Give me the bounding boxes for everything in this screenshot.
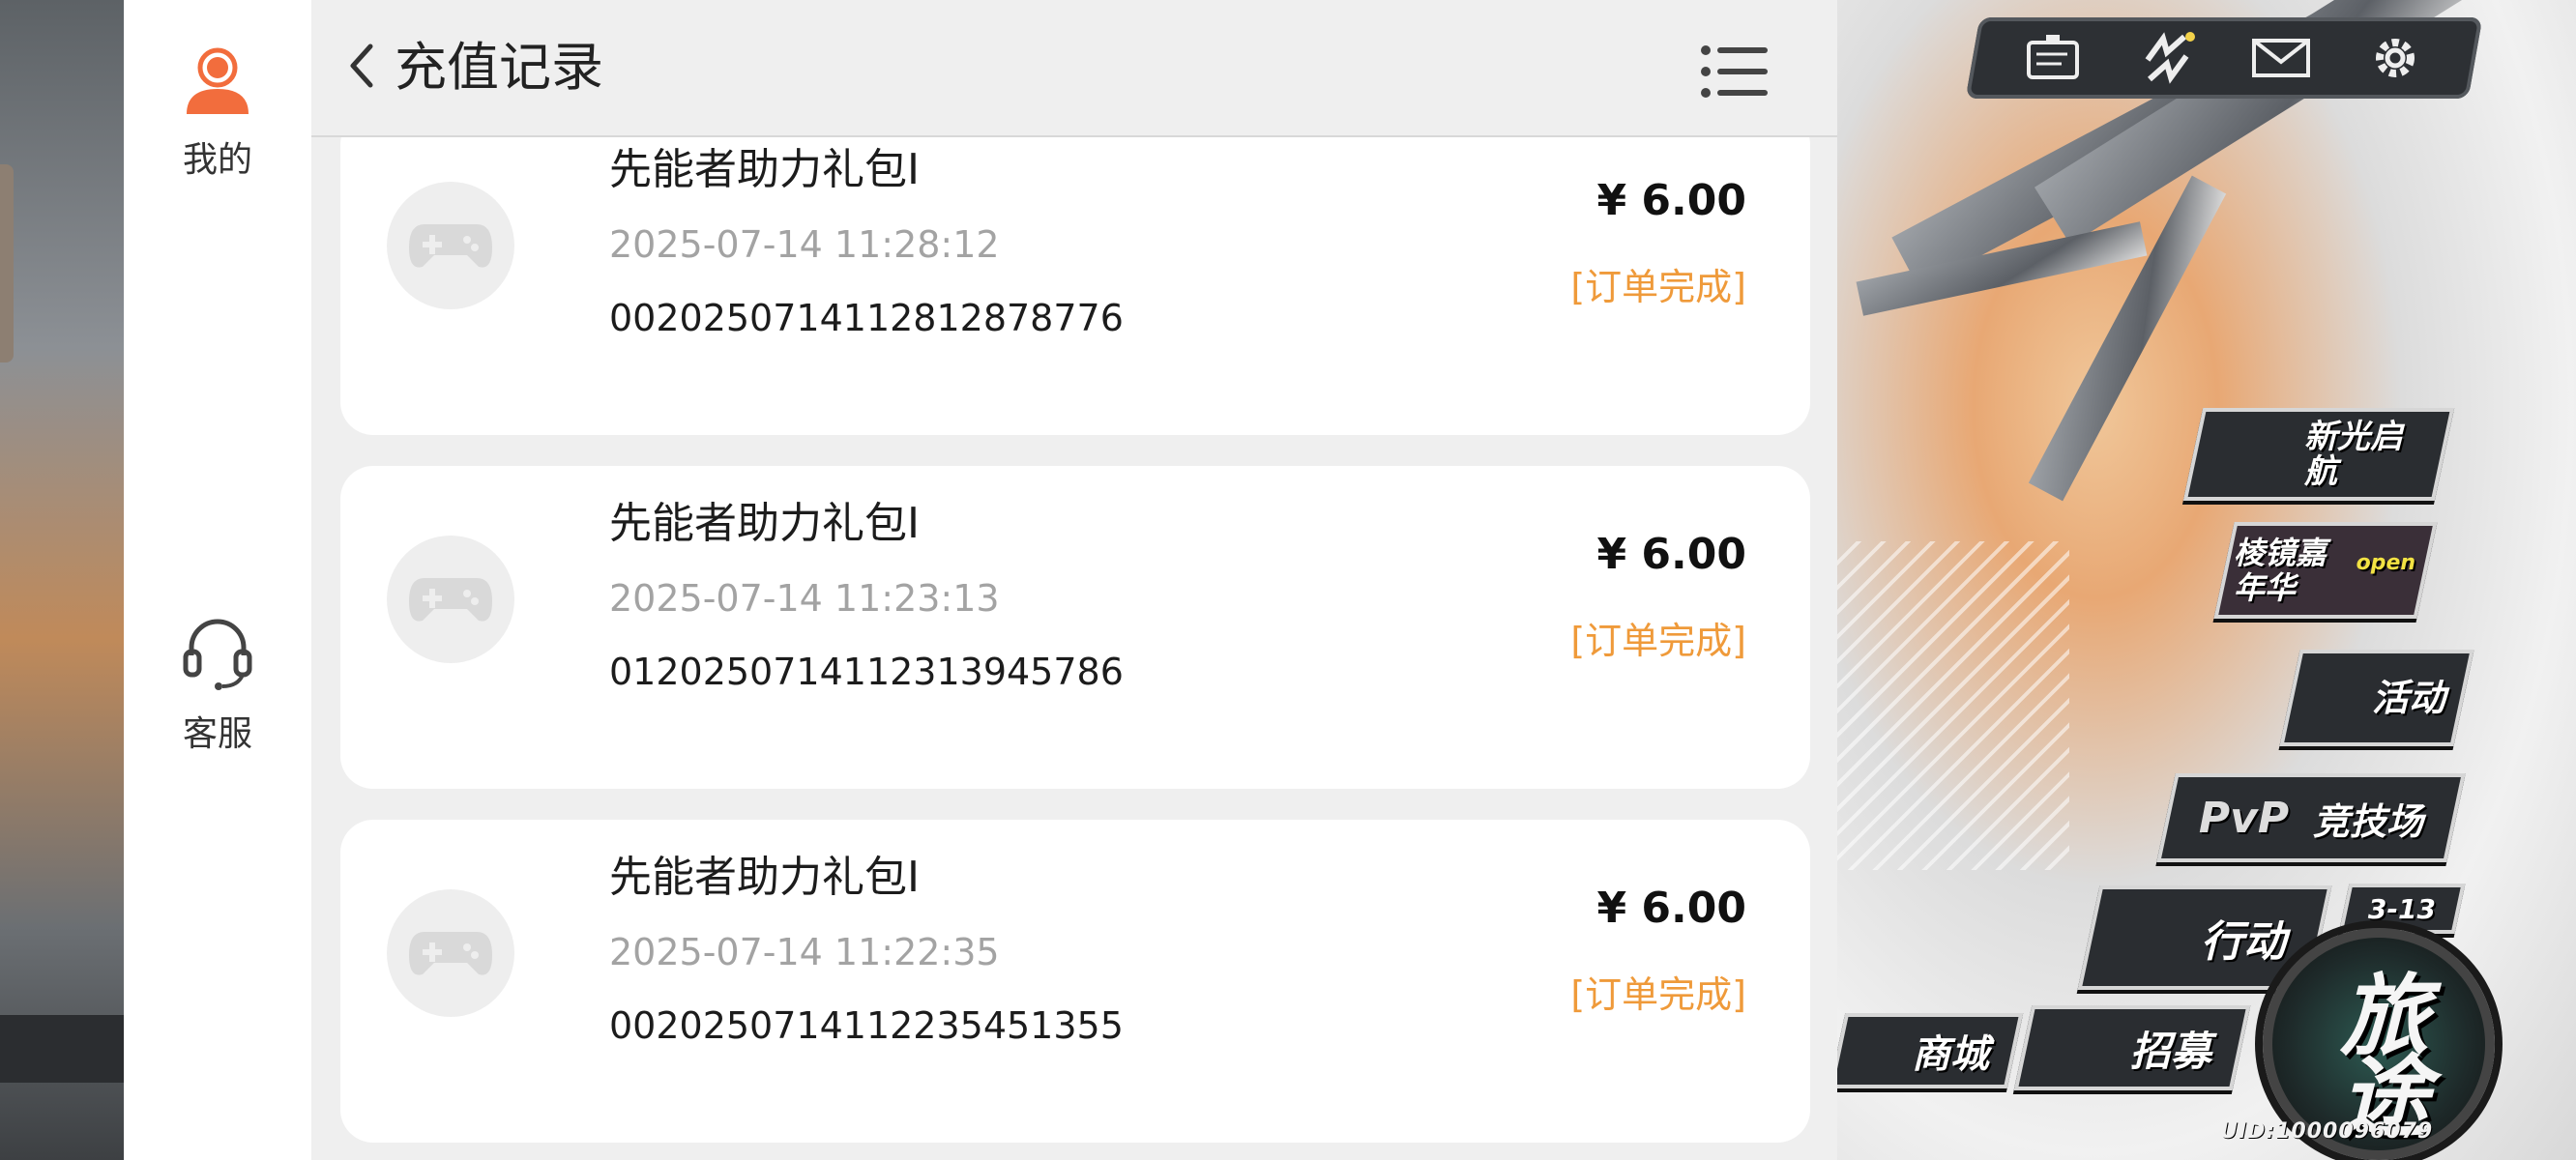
gamepad-icon bbox=[387, 889, 514, 1017]
order-price: ¥ 6.00 bbox=[1596, 176, 1747, 225]
order-status: [订单完成] bbox=[1570, 620, 1746, 662]
order-status: [订单完成] bbox=[1570, 973, 1746, 1016]
game-left-bar bbox=[0, 1015, 124, 1083]
player-uid: UID:1000096079 bbox=[2220, 1119, 2434, 1144]
sidebar-item-label: 我的 bbox=[182, 140, 252, 180]
headset-icon bbox=[180, 615, 255, 696]
list-menu-button[interactable] bbox=[1700, 43, 1770, 101]
sidebar: 我的 客服 bbox=[124, 0, 311, 1160]
game-top-bar bbox=[1965, 17, 2483, 99]
chevron-left-icon bbox=[347, 43, 376, 93]
game-left-strip bbox=[0, 0, 124, 1160]
notice-board-icon[interactable] bbox=[2022, 31, 2084, 85]
sidebar-item-support[interactable]: 客服 bbox=[124, 615, 311, 756]
event-prism-carnival-button[interactable]: 棱镜嘉年华 open bbox=[2213, 522, 2438, 619]
recruit-button[interactable]: 招募 bbox=[2013, 1005, 2251, 1090]
product-name: 先能者助力礼包I bbox=[609, 853, 920, 902]
pvp-arena-button[interactable]: PvP 竞技场 bbox=[2156, 773, 2466, 862]
recharge-panel: 我的 客服 充值记录 先能者助力礼包I 2025-07-14 11:28:12 … bbox=[124, 0, 1837, 1160]
order-price: ¥ 6.00 bbox=[1596, 884, 1747, 933]
sync-icon[interactable] bbox=[2136, 31, 2198, 85]
order-time: 2025-07-14 11:22:35 bbox=[609, 931, 1000, 973]
record-card[interactable]: 先能者助力礼包I 2025-07-14 11:23:13 01202507141… bbox=[340, 466, 1810, 789]
sidebar-item-label: 客服 bbox=[182, 714, 252, 754]
user-icon bbox=[181, 44, 254, 122]
order-time: 2025-07-14 11:23:13 bbox=[609, 577, 1000, 620]
order-id: 0020250714112812878776 bbox=[609, 297, 1124, 339]
sidebar-item-mine[interactable]: 我的 bbox=[124, 44, 311, 182]
event-new-light-button[interactable]: 新光启航 bbox=[2182, 408, 2455, 501]
list-menu-icon bbox=[1700, 45, 1770, 104]
open-sign: open bbox=[2356, 551, 2415, 575]
gear-icon[interactable] bbox=[2364, 31, 2426, 85]
product-name: 先能者助力礼包I bbox=[609, 499, 920, 548]
order-status: [订单完成] bbox=[1570, 266, 1746, 308]
record-card[interactable]: 先能者助力礼包I 2025-07-14 11:22:35 00202507141… bbox=[340, 820, 1810, 1143]
edge-drag-handle[interactable] bbox=[0, 164, 14, 362]
gamepad-icon bbox=[387, 536, 514, 663]
product-name: 先能者助力礼包I bbox=[609, 145, 920, 194]
mail-icon[interactable] bbox=[2250, 31, 2312, 85]
gamepad-icon bbox=[387, 182, 514, 309]
order-id: 0120250714112313945786 bbox=[609, 651, 1124, 693]
stage-indicator[interactable]: 3-13 bbox=[2338, 884, 2466, 934]
record-card[interactable]: 先能者助力礼包I 2025-07-14 11:28:12 00202507141… bbox=[340, 137, 1810, 435]
back-button[interactable] bbox=[333, 37, 391, 99]
shop-button[interactable]: 商城 bbox=[1829, 1013, 2024, 1088]
order-id: 0020250714112235451355 bbox=[609, 1004, 1124, 1047]
order-price: ¥ 6.00 bbox=[1596, 530, 1747, 579]
recharge-record-list[interactable]: 先能者助力礼包I 2025-07-14 11:28:12 00202507141… bbox=[311, 137, 1837, 1160]
page-header: 充值记录 bbox=[311, 0, 1837, 137]
order-time: 2025-07-14 11:28:12 bbox=[609, 223, 1000, 266]
page-title: 充值记录 bbox=[395, 37, 603, 98]
activity-button[interactable]: 活动 bbox=[2279, 650, 2474, 746]
